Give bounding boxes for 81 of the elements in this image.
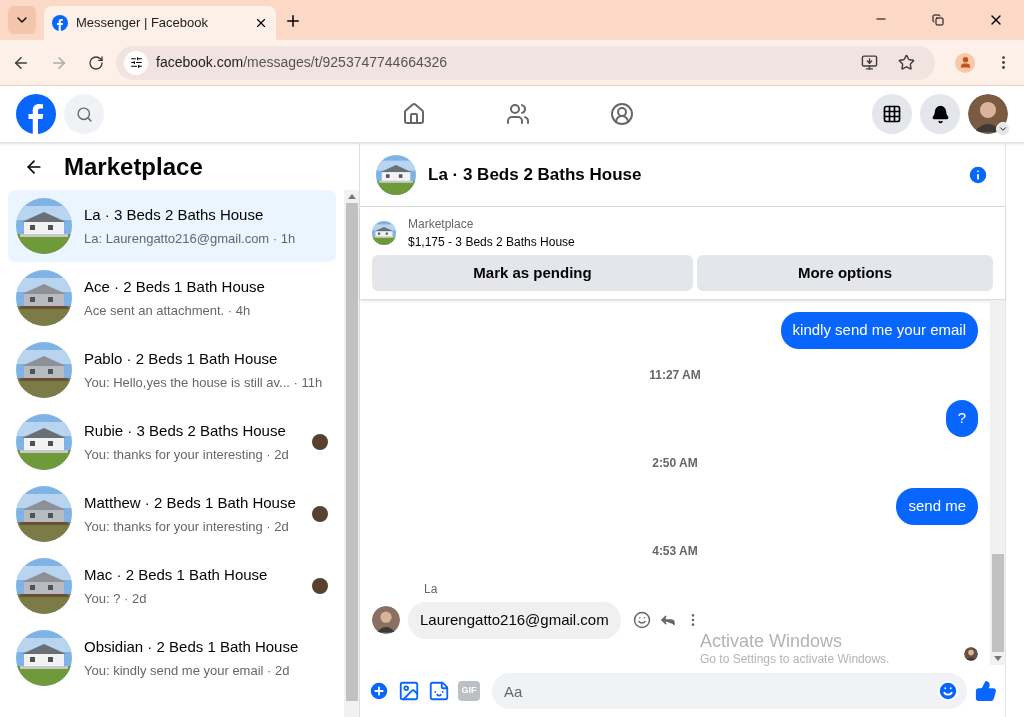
emoji-icon[interactable] xyxy=(937,680,959,702)
add-icon[interactable] xyxy=(368,680,390,702)
conversation-title: La · 3 Beds 2 Baths House xyxy=(84,205,265,225)
scroll-thumb[interactable] xyxy=(345,203,358,701)
bookmark-star-icon[interactable] xyxy=(898,54,915,71)
photo-icon[interactable] xyxy=(398,680,420,702)
outgoing-message: send me xyxy=(896,488,978,525)
outgoing-message: ? xyxy=(945,400,978,437)
sticker-icon[interactable] xyxy=(428,680,450,702)
profile-icon[interactable] xyxy=(955,52,975,73)
sidebar-title: Marketplace xyxy=(64,151,203,182)
info-icon[interactable] xyxy=(967,163,989,186)
install-app-icon[interactable] xyxy=(861,54,878,71)
conversation-item[interactable]: Ace · 2 Beds 1 Bath House Ace sent an attachment. · 4h xyxy=(8,262,336,334)
conversation-item[interactable]: Rubie · 3 Beds 2 Baths House You: thanks for your interesting · 2d xyxy=(8,406,336,478)
scroll-up-icon[interactable] xyxy=(347,194,356,199)
outgoing-message: kindly send me your email xyxy=(780,312,978,349)
home-icon[interactable] xyxy=(402,102,426,126)
person-icon xyxy=(958,56,972,69)
scrollbar[interactable] xyxy=(344,190,359,717)
search-button[interactable] xyxy=(64,94,104,134)
site-info-button[interactable] xyxy=(124,50,148,75)
chat-title: La · 3 Beds 2 Baths House xyxy=(428,163,643,186)
restore-icon[interactable] xyxy=(932,14,944,26)
conversation-preview: La: Laurengatto216@gmail.com · 1h xyxy=(84,229,297,248)
reload-icon[interactable] xyxy=(88,54,104,71)
avatar xyxy=(372,606,400,635)
new-tab-icon[interactable] xyxy=(284,12,302,30)
conversation-preview: You: thanks for your interesting · 2d xyxy=(84,445,290,464)
activation-notice-text: Go to Settings to activate Windows. xyxy=(700,652,890,667)
conversation-item[interactable]: Matthew · 2 Beds 1 Bath House You: thanks for your interesting · 2d xyxy=(8,478,336,550)
sliders-icon xyxy=(129,56,143,69)
conversation-preview: Ace sent an attachment. · 4h xyxy=(84,301,252,320)
like-icon[interactable] xyxy=(975,680,997,702)
close-icon[interactable] xyxy=(254,16,268,30)
timestamp: 4:53 AM xyxy=(652,543,698,560)
grid-icon xyxy=(882,104,902,124)
tab-list-button[interactable] xyxy=(8,6,36,34)
conversation-title: Ace · 2 Beds 1 Bath House xyxy=(84,277,266,297)
action-button[interactable]: Mark as pending xyxy=(372,255,693,291)
activation-notice-title: Activate Windows xyxy=(700,630,844,652)
message-field[interactable]: Aa xyxy=(492,673,967,709)
search-icon xyxy=(75,105,93,123)
timestamp: 2:50 AM xyxy=(652,455,698,472)
conversation-title: Pablo · 2 Beds 1 Bath House xyxy=(84,349,279,369)
conversation-item[interactable]: Obsidian · 2 Beds 1 Bath House You: kindly send me your email · 2d xyxy=(8,622,336,694)
conversation-title: Matthew · 2 Beds 1 Bath House xyxy=(84,493,297,513)
conversation-item[interactable]: Mac · 2 Beds 1 Bath House You: ? · 2d xyxy=(8,550,336,622)
scroll-down-icon[interactable] xyxy=(993,656,1002,661)
conversation-title: Mac · 2 Beds 1 Bath House xyxy=(84,565,269,585)
sender-name: La xyxy=(424,581,439,598)
browser-tab[interactable]: Messenger | Facebook xyxy=(44,6,276,40)
listing-title: $1,175 - 3 Beds 2 Baths House xyxy=(408,234,575,251)
facebook-logo-icon[interactable] xyxy=(16,94,56,134)
conversation-item[interactable]: La · 3 Beds 2 Baths House La: Laurengatto216@gmail.com · 1h xyxy=(8,190,336,262)
apps-menu-button[interactable] xyxy=(872,94,912,134)
react-icon[interactable] xyxy=(632,611,651,630)
tab-title: Messenger | Facebook xyxy=(76,14,209,33)
account-caret-icon[interactable] xyxy=(996,122,1010,136)
conversation-title: Obsidian · 2 Beds 1 Bath House xyxy=(84,637,300,657)
groups-icon[interactable] xyxy=(610,102,634,126)
incoming-message: Laurengatto216@gmail.com xyxy=(408,602,621,639)
action-button[interactable]: More options xyxy=(697,255,993,291)
facebook-logo-icon xyxy=(52,15,68,31)
avatar xyxy=(964,646,978,661)
url-text: facebook.com/messages/t/9253747744664326 xyxy=(156,53,449,72)
notifications-button[interactable] xyxy=(920,94,960,134)
conversation-preview: You: thanks for your interesting · 2d xyxy=(84,517,290,536)
conversation-preview: You: ? · 2d xyxy=(84,589,148,608)
address-bar[interactable]: facebook.com/messages/t/9253747744664326 xyxy=(116,45,935,80)
scrollbar[interactable] xyxy=(990,300,1005,665)
conversation-preview: You: Hello,yes the house is still av... · 11h xyxy=(84,373,324,392)
friends-icon[interactable] xyxy=(506,102,530,126)
scroll-thumb[interactable] xyxy=(991,554,1004,652)
conversation-title: Rubie · 3 Beds 2 Baths House xyxy=(84,421,287,441)
conversation-item[interactable]: Pablo · 2 Beds 1 Bath House You: Hello,yes the house is still av... · 11h xyxy=(8,334,336,406)
listing-label: Marketplace xyxy=(408,216,475,233)
conversation-preview: You: kindly send me your email · 2d xyxy=(84,661,291,680)
bell-icon xyxy=(930,104,950,124)
avatar xyxy=(968,94,1008,134)
timestamp: 11:27 AM xyxy=(649,367,701,384)
